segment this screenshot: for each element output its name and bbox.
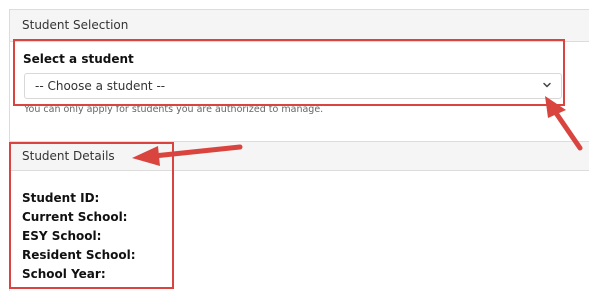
details-highlight-box [9, 142, 174, 289]
select-highlight-box [13, 39, 565, 106]
student-selection-header: Student Selection [10, 10, 589, 42]
